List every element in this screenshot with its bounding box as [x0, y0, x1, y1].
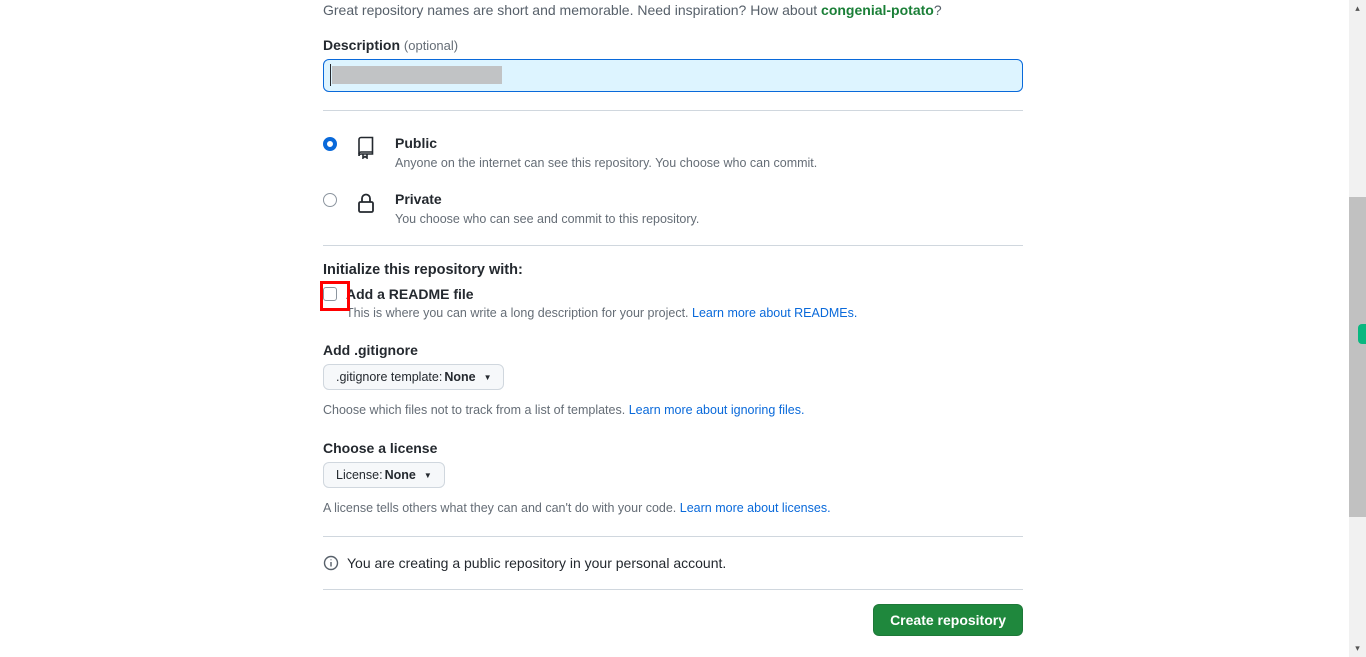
license-help: A license tells others what they can and… — [323, 498, 1023, 518]
gitignore-help-text: Choose which files not to track from a l… — [323, 403, 629, 417]
scroll-up-arrow[interactable]: ▴ — [1349, 0, 1366, 17]
info-icon — [323, 555, 339, 571]
readme-help: This is where you can write a long descr… — [346, 304, 1023, 323]
readme-checkbox[interactable] — [323, 287, 337, 301]
side-tab-indicator[interactable] — [1358, 324, 1366, 344]
description-redaction — [332, 66, 502, 84]
description-label: Description (optional) — [323, 37, 1023, 53]
caret-down-icon: ▼ — [484, 373, 492, 382]
scrollbar-thumb[interactable] — [1349, 197, 1366, 517]
repo-name-suggestion[interactable]: congenial-potato — [821, 2, 934, 18]
gitignore-learn-more-link[interactable]: Learn more about ignoring files. — [629, 403, 805, 417]
description-label-text: Description — [323, 37, 400, 53]
readme-help-text: This is where you can write a long descr… — [346, 306, 692, 320]
private-title: Private — [395, 189, 699, 210]
gitignore-heading: Add .gitignore — [323, 342, 1023, 358]
gitignore-template-dropdown[interactable]: .gitignore template: None ▼ — [323, 364, 504, 390]
private-desc: You choose who can see and commit to thi… — [395, 210, 699, 229]
readme-checkbox-row: Add a README file — [323, 286, 1023, 302]
info-message-text: You are creating a public repository in … — [347, 555, 726, 571]
radio-private[interactable] — [323, 193, 337, 207]
license-dropdown[interactable]: License: None ▼ — [323, 462, 445, 488]
license-btn-label: License: — [336, 468, 383, 482]
gitignore-btn-value: None — [444, 370, 475, 384]
visibility-public-option[interactable]: Public Anyone on the internet can see th… — [323, 127, 1023, 183]
repo-icon — [353, 134, 379, 160]
license-help-text: A license tells others what they can and… — [323, 501, 680, 515]
divider — [323, 245, 1023, 246]
description-input[interactable] — [323, 59, 1023, 92]
gitignore-btn-label: .gitignore template: — [336, 370, 442, 384]
license-btn-value: None — [385, 468, 416, 482]
tagline-text: Great repository names are short and mem… — [323, 2, 821, 18]
radio-public[interactable] — [323, 137, 337, 151]
caret-down-icon: ▼ — [424, 471, 432, 480]
public-title: Public — [395, 133, 817, 154]
tagline-suffix: ? — [934, 2, 942, 18]
lock-icon — [353, 190, 379, 216]
repo-name-tagline: Great repository names are short and mem… — [323, 0, 1023, 21]
readme-learn-more-link[interactable]: Learn more about READMEs. — [692, 306, 857, 320]
license-learn-more-link[interactable]: Learn more about licenses. — [680, 501, 831, 515]
gitignore-help: Choose which files not to track from a l… — [323, 400, 1023, 420]
create-repository-button[interactable]: Create repository — [873, 604, 1023, 636]
divider — [323, 110, 1023, 111]
readme-label[interactable]: Add a README file — [346, 286, 474, 302]
info-message-row: You are creating a public repository in … — [323, 537, 1023, 589]
license-heading: Choose a license — [323, 440, 1023, 456]
scroll-down-arrow[interactable]: ▾ — [1349, 640, 1366, 657]
public-desc: Anyone on the internet can see this repo… — [395, 154, 817, 173]
initialize-heading: Initialize this repository with: — [323, 262, 1023, 278]
visibility-private-option[interactable]: Private You choose who can see and commi… — [323, 183, 1023, 239]
description-optional: (optional) — [404, 38, 458, 53]
